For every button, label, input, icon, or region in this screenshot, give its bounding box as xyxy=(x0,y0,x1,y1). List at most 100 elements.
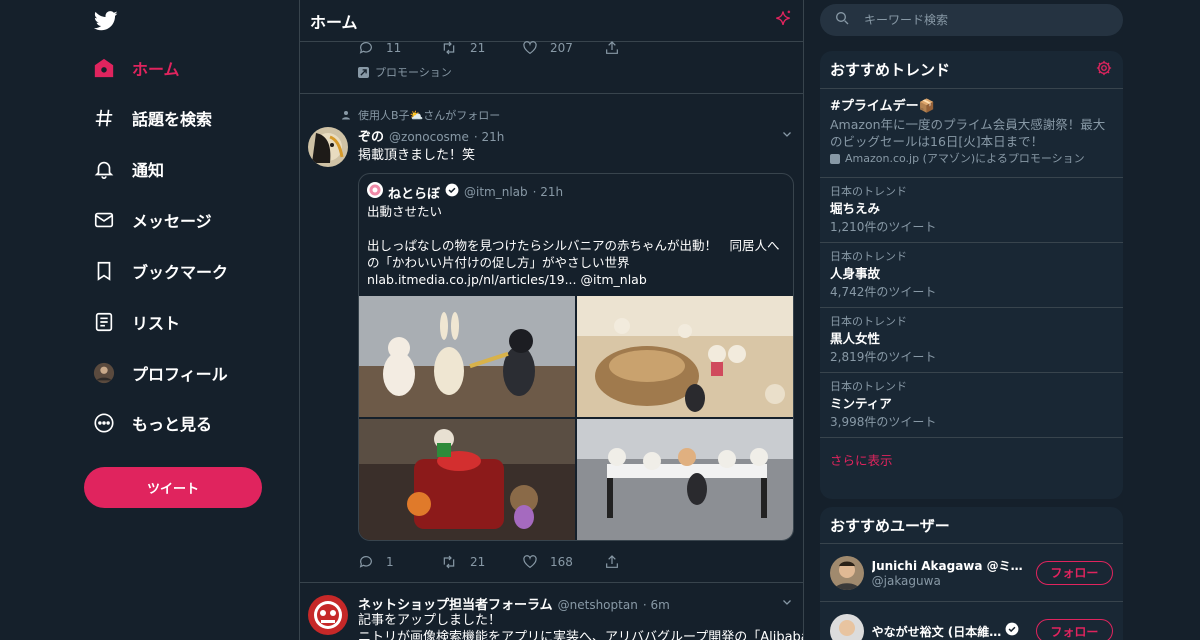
avatar[interactable] xyxy=(830,614,864,640)
verified-icon xyxy=(1005,622,1019,640)
like-count: 168 xyxy=(550,555,573,569)
trend-name: 黒人女性 xyxy=(830,331,881,346)
search-bar[interactable] xyxy=(820,4,1123,36)
trend-count: 4,742件のツイート xyxy=(830,285,937,299)
nav-profile[interactable]: プロフィール xyxy=(84,355,228,391)
promoted-by-text: Amazon.co.jp (アマゾン)によるプロモーション xyxy=(845,152,1085,165)
retweet-button[interactable]: 21 xyxy=(440,40,522,56)
tweet-button[interactable]: ツイート xyxy=(84,467,262,508)
share-icon xyxy=(606,555,618,568)
reply-count: 1 xyxy=(386,555,394,569)
tweet-time[interactable]: · 21h xyxy=(474,130,505,144)
reply-icon xyxy=(359,556,372,568)
promoted-trend-name: #プライムデー📦 xyxy=(830,99,935,114)
avatar[interactable] xyxy=(308,595,348,635)
nav-lists[interactable]: リスト xyxy=(84,304,180,340)
quote-author-handle: @itm_nlab xyxy=(464,185,528,199)
trend-item[interactable]: 日本のトレンド 堀ちえみ 1,210件のツイート xyxy=(820,178,1123,243)
author-name[interactable]: ネットショップ担当者フォーラム xyxy=(358,594,553,613)
trend-name: 人身事故 xyxy=(830,266,881,281)
tweet-header: ぞの @zonocosme · 21h xyxy=(358,126,504,145)
bell-icon xyxy=(84,158,124,180)
hashtag-icon xyxy=(84,107,124,129)
suggested-user-info: Junichi Akagawa @ミ… @jakaguwa xyxy=(872,557,1030,588)
list-icon xyxy=(84,311,124,333)
twitter-bird-icon[interactable] xyxy=(93,10,118,32)
social-context: 使用人B子⛅さんがフォロー xyxy=(340,107,500,123)
suggested-user-name: Junichi Akagawa @ミ… xyxy=(871,559,1023,573)
photo[interactable] xyxy=(359,419,575,540)
author-name[interactable]: ぞの xyxy=(358,126,384,145)
avatar[interactable] xyxy=(830,555,864,590)
sparkle-icon[interactable] xyxy=(773,9,793,33)
promoted-by: Amazon.co.jp (アマゾン)によるプロモーション xyxy=(830,150,1113,167)
trend-context: 日本のトレンド xyxy=(830,380,907,393)
quote-link[interactable]: nlab.itmedia.co.jp/nl/articles/19... @it… xyxy=(367,271,787,288)
gear-icon[interactable] xyxy=(1095,59,1113,81)
tweet[interactable]: 使用人B子⛅さんがフォロー ぞの @zonocosme · 21h 掲載頂きまし… xyxy=(300,94,803,582)
quoted-tweet[interactable]: ねとらぼ @itm_nlab · 21h 出動させたい 出しっぱなしの物を見つけ… xyxy=(358,173,794,541)
suggested-user[interactable]: やながせ裕文 (日本維… フォロー xyxy=(820,602,1123,640)
heart-icon xyxy=(523,555,537,569)
like-button[interactable]: 168 xyxy=(522,554,604,570)
retweet-icon xyxy=(443,555,455,569)
trend-context: 日本のトレンド xyxy=(830,250,907,263)
nav-messages[interactable]: メッセージ xyxy=(84,202,212,238)
reply-button[interactable]: 11 xyxy=(358,40,440,56)
like-button[interactable]: 207 xyxy=(522,40,604,56)
tweet-text-line-1: 記事をアップしました！ xyxy=(358,613,502,628)
photo[interactable] xyxy=(577,419,793,540)
share-button[interactable] xyxy=(604,40,632,56)
reply-count: 11 xyxy=(386,41,402,55)
quote-body: 出動させたい 出しっぱなしの物を見つけたらシルバニアの赤ちゃんが出動！ 同居人へ… xyxy=(367,203,787,288)
nav-explore[interactable]: 話題を検索 xyxy=(84,100,212,136)
nav-bookmarks-label: ブックマーク xyxy=(132,263,229,282)
nav-home[interactable]: ホーム xyxy=(84,50,180,86)
promoted-tweet[interactable]: 11 21 207 プロモーション xyxy=(300,40,803,93)
retweet-button[interactable]: 21 xyxy=(440,554,522,570)
trend-context: 日本のトレンド xyxy=(830,185,907,198)
trend-item[interactable]: 日本のトレンド ミンティア 3,998件のツイート xyxy=(820,373,1123,438)
follow-button[interactable]: フォロー xyxy=(1035,619,1113,640)
trend-count: 3,998件のツイート xyxy=(830,415,937,429)
avatar-icon xyxy=(84,362,124,384)
trend-item[interactable]: 日本のトレンド 人身事故 4,742件のツイート xyxy=(820,243,1123,308)
promoted-trend[interactable]: #プライムデー📦 Amazon年に一度のプライム会員大感謝祭！最大のビッグセール… xyxy=(820,89,1123,178)
share-button[interactable] xyxy=(604,554,632,570)
promoted-icon xyxy=(830,153,840,164)
tweet[interactable]: ネットショップ担当者フォーラム @netshoptan · 6m 記事をアップし… xyxy=(300,583,803,640)
nav-notifications[interactable]: 通知 xyxy=(84,151,164,187)
author-handle[interactable]: @netshoptan xyxy=(558,598,638,612)
trends-title: おすすめトレンド xyxy=(830,61,951,79)
tweet-header: ネットショップ担当者フォーラム @netshoptan · 6m xyxy=(358,594,670,613)
trends-header: おすすめトレンド xyxy=(820,51,1123,89)
retweet-count: 21 xyxy=(470,555,486,569)
chevron-down-icon[interactable] xyxy=(781,128,793,144)
nav-lists-label: リスト xyxy=(132,314,181,333)
follow-button[interactable]: フォロー xyxy=(1035,560,1113,585)
photo[interactable] xyxy=(359,296,575,417)
suggested-user-name: やながせ裕文 (日本維… xyxy=(871,624,1002,639)
search-input[interactable] xyxy=(864,13,1104,27)
avatar[interactable] xyxy=(308,127,348,167)
page-title: ホーム xyxy=(310,12,358,32)
who-to-follow-title: おすすめユーザー xyxy=(830,516,950,535)
tweet-time[interactable]: · 6m xyxy=(643,598,670,612)
trend-item[interactable]: 日本のトレンド 黒人女性 2,819件のツイート xyxy=(820,308,1123,373)
trend-name: ミンティア xyxy=(830,396,892,411)
who-to-follow-header: おすすめユーザー xyxy=(820,507,1123,544)
envelope-icon xyxy=(84,209,124,231)
quote-line-2: 出しっぱなしの物を見つけたらシルバニアの赤ちゃんが出動！ 同居人への「かわいい片… xyxy=(367,238,780,270)
verified-icon xyxy=(445,183,459,201)
show-more-link[interactable]: さらに表示 xyxy=(820,438,1123,481)
photo[interactable] xyxy=(577,296,793,417)
suggested-user[interactable]: Junichi Akagawa @ミ… @jakaguwa フォロー xyxy=(820,544,1123,602)
chevron-down-icon[interactable] xyxy=(781,596,793,612)
reply-button[interactable]: 1 xyxy=(358,554,440,570)
heart-icon xyxy=(523,41,537,55)
quote-line-1: 出動させたい xyxy=(367,204,443,219)
nav-bookmarks[interactable]: ブックマーク xyxy=(84,253,228,289)
promotion-text: プロモーション xyxy=(375,66,452,79)
author-handle[interactable]: @zonocosme xyxy=(389,130,469,144)
nav-more[interactable]: もっと見る xyxy=(84,405,212,441)
